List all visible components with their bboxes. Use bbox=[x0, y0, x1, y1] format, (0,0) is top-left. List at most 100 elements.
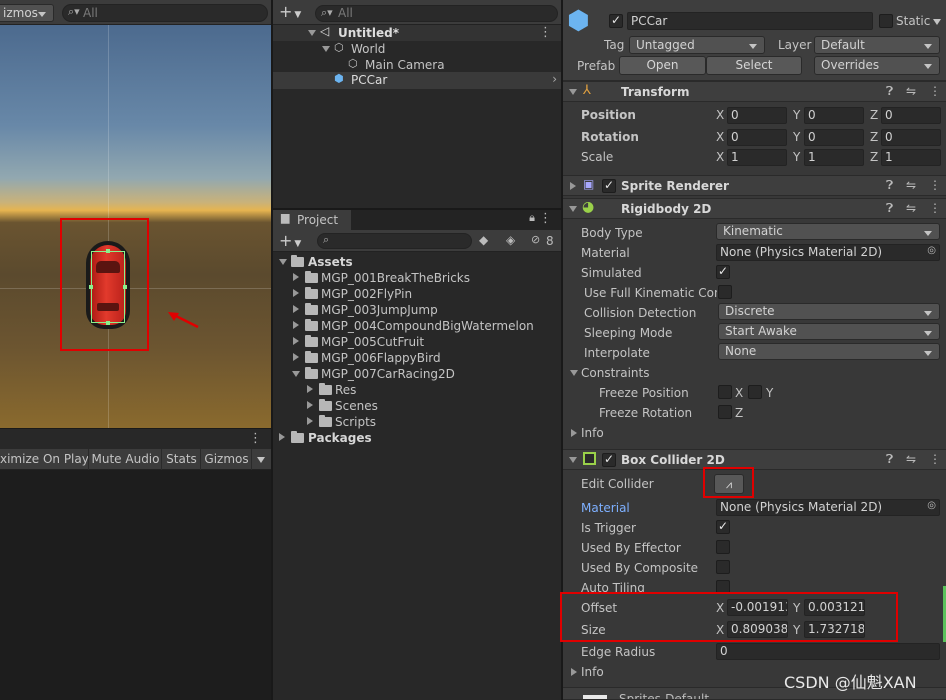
prefab-open-button[interactable]: Open bbox=[619, 56, 706, 75]
expand-arrow-icon[interactable] bbox=[307, 401, 313, 409]
expand-arrow-icon[interactable] bbox=[292, 371, 300, 377]
freeze-position-x-checkbox[interactable] bbox=[718, 385, 732, 399]
scale-y-field[interactable]: 1 bbox=[804, 149, 864, 166]
expand-arrow-icon[interactable] bbox=[570, 182, 576, 190]
is-trigger-checkbox[interactable] bbox=[716, 519, 730, 534]
project-folder-row[interactable]: MGP_001BreakTheBricks bbox=[273, 269, 561, 285]
rotation-z-field[interactable]: 0 bbox=[881, 129, 941, 146]
expand-arrow-icon[interactable] bbox=[570, 370, 578, 376]
component-kebab-icon[interactable]: ⋮ bbox=[929, 84, 941, 98]
search-by-label-icon[interactable]: ◈ bbox=[506, 233, 515, 247]
presets-icon[interactable]: ⇋ bbox=[906, 84, 916, 98]
expand-arrow-icon[interactable] bbox=[293, 273, 299, 281]
expand-arrow-icon[interactable] bbox=[293, 353, 299, 361]
hierarchy-search-field[interactable]: ⌕▾ All bbox=[315, 5, 558, 22]
interpolate-dropdown[interactable]: None bbox=[718, 343, 940, 360]
mute-audio-button[interactable]: Mute Audio bbox=[90, 449, 162, 470]
expand-arrow-icon[interactable] bbox=[571, 668, 577, 676]
game-gizmos-button[interactable]: Gizmos bbox=[202, 449, 252, 470]
expand-arrow-icon[interactable] bbox=[307, 417, 313, 425]
expand-arrow-icon[interactable] bbox=[308, 30, 316, 36]
box-collider-enabled-checkbox[interactable] bbox=[602, 452, 616, 467]
project-folder-row[interactable]: MGP_005CutFruit bbox=[273, 333, 561, 349]
freeze-position-y-checkbox[interactable] bbox=[748, 385, 762, 399]
expand-arrow-icon[interactable] bbox=[569, 89, 577, 95]
tab-project[interactable]: ▆ Project bbox=[273, 210, 351, 230]
assets-row[interactable]: Assets bbox=[273, 253, 561, 269]
used-by-composite-checkbox[interactable] bbox=[716, 560, 730, 574]
stats-button[interactable]: Stats bbox=[163, 449, 201, 470]
scale-x-field[interactable]: 1 bbox=[727, 149, 787, 166]
game-gizmos-arrow[interactable] bbox=[252, 449, 271, 470]
project-folder-row[interactable]: MGP_006FlappyBird bbox=[273, 349, 561, 365]
size-x-field[interactable]: 0.809038 bbox=[727, 621, 788, 638]
expand-arrow-icon[interactable] bbox=[293, 305, 299, 313]
layer-dropdown[interactable]: Default bbox=[814, 36, 940, 54]
game-viewport[interactable] bbox=[0, 470, 271, 700]
component-kebab-icon[interactable]: ⋮ bbox=[929, 178, 941, 192]
expand-arrow-icon[interactable] bbox=[569, 206, 577, 212]
tag-dropdown[interactable]: Untagged bbox=[629, 36, 765, 54]
hierarchy-item-world[interactable]: ⬡ World bbox=[273, 41, 561, 57]
project-add-button[interactable]: + ▼ bbox=[279, 231, 301, 250]
body-type-dropdown[interactable]: Kinematic bbox=[716, 223, 940, 240]
position-y-field[interactable]: 0 bbox=[804, 107, 864, 124]
sleeping-dropdown[interactable]: Start Awake bbox=[718, 323, 940, 340]
object-name-field[interactable]: PCCar bbox=[627, 12, 873, 30]
used-by-effector-checkbox[interactable] bbox=[716, 540, 730, 554]
static-checkbox[interactable] bbox=[879, 14, 893, 28]
static-dropdown-arrow[interactable] bbox=[933, 19, 941, 25]
project-folder-row[interactable]: MGP_007CarRacing2D bbox=[273, 365, 561, 381]
project-folder-row[interactable]: Scripts bbox=[273, 413, 561, 429]
expand-arrow-icon[interactable] bbox=[322, 46, 330, 52]
object-picker-icon[interactable]: ◎ bbox=[927, 500, 936, 511]
prefab-select-button[interactable]: Select bbox=[706, 56, 802, 75]
lock-icon[interactable]: 🔒︎ bbox=[529, 211, 535, 225]
collision-dropdown[interactable]: Discrete bbox=[718, 303, 940, 320]
chevron-right-icon[interactable]: › bbox=[552, 72, 557, 86]
position-x-field[interactable]: 0 bbox=[727, 107, 787, 124]
scene-viewport[interactable] bbox=[0, 25, 271, 428]
rotation-x-field[interactable]: 0 bbox=[727, 129, 787, 146]
offset-y-field[interactable]: 0.003121 bbox=[804, 599, 865, 616]
project-folder-row[interactable]: Res bbox=[273, 381, 561, 397]
presets-icon[interactable]: ⇋ bbox=[906, 452, 916, 466]
transform-header[interactable]: ⅄ Transform ❓︎ ⇋ ⋮ bbox=[563, 81, 946, 102]
search-by-type-icon[interactable]: ◆ bbox=[479, 233, 488, 247]
scene-kebab-icon[interactable]: ⋮ bbox=[539, 25, 552, 40]
scene-row[interactable]: ◁ Untitled* ⋮ bbox=[273, 24, 561, 41]
sprite-renderer-header[interactable]: ▣ Sprite Renderer ❓︎ ⇋ ⋮ bbox=[563, 175, 946, 196]
bc-material-field[interactable]: None (Physics Material 2D) ◎ bbox=[716, 499, 940, 516]
maximize-on-play-button[interactable]: ximize On Play bbox=[0, 449, 89, 470]
constraints-foldout[interactable]: Constraints bbox=[563, 364, 946, 382]
object-picker-icon[interactable]: ◎ bbox=[927, 245, 936, 256]
position-z-field[interactable]: 0 bbox=[881, 107, 941, 124]
object-active-checkbox[interactable] bbox=[609, 13, 623, 28]
presets-icon[interactable]: ⇋ bbox=[906, 178, 916, 192]
rigidbody-header[interactable]: ◕ Rigidbody 2D ❓︎ ⇋ ⋮ bbox=[563, 198, 946, 219]
presets-icon[interactable]: ⇋ bbox=[906, 201, 916, 215]
project-folder-row[interactable]: Scenes bbox=[273, 397, 561, 413]
sprite-renderer-enabled-checkbox[interactable] bbox=[602, 178, 616, 193]
freeze-rotation-z-checkbox[interactable] bbox=[718, 405, 732, 419]
full-kinematic-checkbox[interactable] bbox=[718, 285, 732, 299]
component-kebab-icon[interactable]: ⋮ bbox=[929, 201, 941, 215]
help-icon[interactable]: ❓︎ bbox=[886, 452, 893, 467]
expand-arrow-icon[interactable] bbox=[293, 289, 299, 297]
expand-arrow-icon[interactable] bbox=[293, 337, 299, 345]
offset-x-field[interactable]: -0.001913 bbox=[727, 599, 788, 616]
rotation-y-field[interactable]: 0 bbox=[804, 129, 864, 146]
help-icon[interactable]: ❓︎ bbox=[886, 84, 893, 99]
project-folder-row[interactable]: MGP_003JumpJump bbox=[273, 301, 561, 317]
project-search-field[interactable]: ⌕ bbox=[317, 233, 472, 249]
size-y-field[interactable]: 1.732718 bbox=[804, 621, 865, 638]
game-kebab-icon[interactable]: ⋮ bbox=[249, 431, 262, 446]
rb-info-foldout[interactable]: Info bbox=[563, 424, 946, 442]
expand-arrow-icon[interactable] bbox=[293, 321, 299, 329]
simulated-checkbox[interactable] bbox=[716, 264, 730, 279]
help-icon[interactable]: ❓︎ bbox=[886, 178, 893, 193]
scene-search-field[interactable]: ⌕▾ All bbox=[62, 4, 268, 22]
expand-arrow-icon[interactable] bbox=[571, 429, 577, 437]
project-folder-row[interactable]: MGP_004CompoundBigWatermelon bbox=[273, 317, 561, 333]
component-kebab-icon[interactable]: ⋮ bbox=[929, 452, 941, 466]
